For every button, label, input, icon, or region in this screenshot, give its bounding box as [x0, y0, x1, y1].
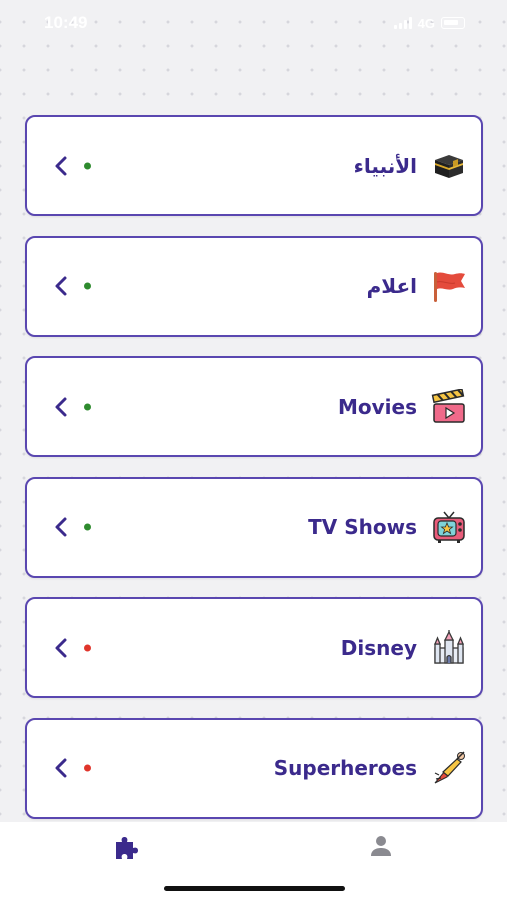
- category-label: TV Shows: [308, 515, 417, 539]
- clapperboard-icon: [431, 388, 467, 425]
- chevron-left-icon: [55, 397, 67, 416]
- status-icons: 4G: [393, 15, 465, 31]
- category-label: اعلام: [366, 274, 417, 298]
- category-label: Disney: [340, 635, 417, 660]
- status-dot: [84, 403, 91, 410]
- flag-icon: [431, 268, 467, 304]
- status-dot: [84, 162, 91, 169]
- category-label: الأنبياء: [353, 153, 417, 178]
- status-dot: [84, 764, 91, 772]
- category-card-disney[interactable]: Disney: [25, 597, 483, 698]
- category-label: Superheroes: [273, 756, 417, 780]
- puzzle-icon: [116, 837, 138, 859]
- category-card-tv-shows[interactable]: TV Shows: [25, 476, 483, 578]
- category-label: Movies: [337, 394, 417, 419]
- signal-icon: [393, 17, 412, 29]
- battery-icon: [441, 17, 465, 29]
- chevron-left-icon: [55, 276, 67, 296]
- kaaba-icon: [431, 148, 467, 184]
- retro-tv-icon: [431, 509, 467, 545]
- category-card-prophets[interactable]: الأنبياء: [25, 115, 483, 216]
- user-icon: [371, 836, 391, 856]
- status-bar: 10:49 4G: [0, 0, 507, 46]
- home-indicator: [164, 886, 345, 891]
- castle-icon: [431, 629, 467, 666]
- category-card-flags[interactable]: اعلام: [25, 235, 483, 337]
- chevron-left-icon: [55, 638, 67, 657]
- tab-profile[interactable]: [368, 834, 396, 860]
- status-dot: [84, 282, 91, 290]
- status-time: 10:49: [44, 13, 88, 32]
- category-list: الأنبياء اعلام Movies TV Shows Disney Su…: [25, 115, 483, 838]
- network-type: 4G: [417, 15, 435, 31]
- bottom-tab-bar: [0, 822, 507, 900]
- chevron-left-icon: [55, 758, 67, 778]
- status-dot: [84, 644, 91, 651]
- chevron-left-icon: [55, 156, 67, 175]
- superhero-icon: [431, 750, 467, 786]
- chevron-left-icon: [55, 517, 67, 537]
- status-dot: [84, 523, 91, 531]
- category-card-movies[interactable]: Movies: [25, 356, 483, 457]
- category-card-superheroes[interactable]: Superheroes: [25, 717, 483, 819]
- tab-games[interactable]: [113, 834, 141, 860]
